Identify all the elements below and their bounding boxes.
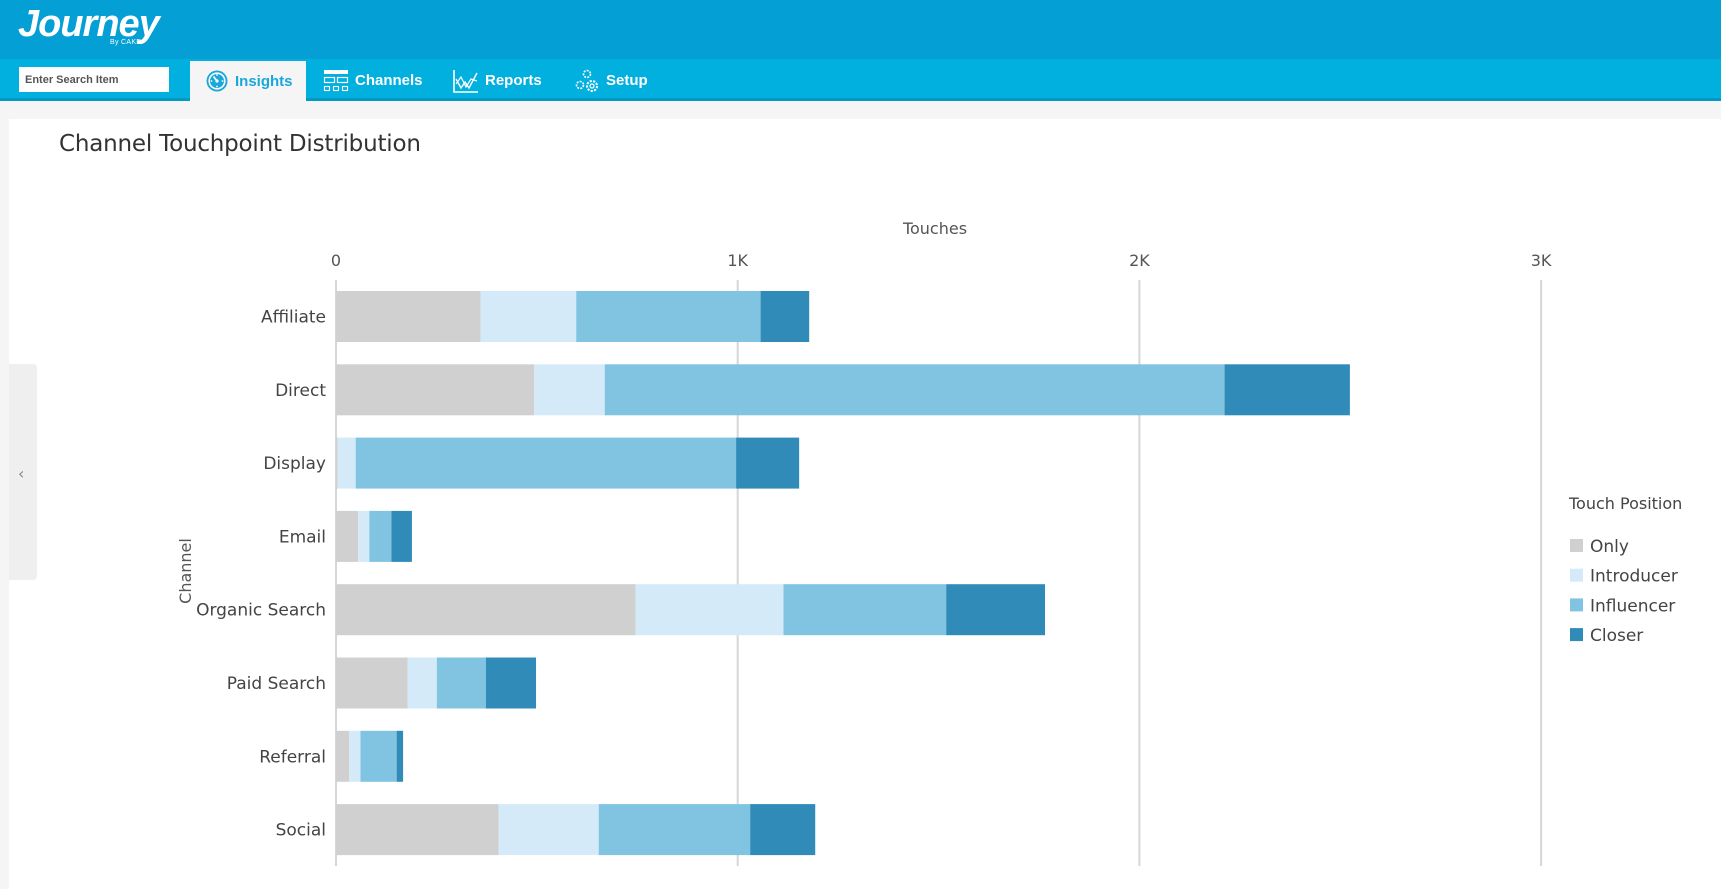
logo-byline: By CAKE — [110, 39, 142, 46]
search-input[interactable] — [19, 67, 169, 92]
dashboard-gauge-icon — [206, 70, 228, 92]
layout-grid-icon — [323, 69, 349, 91]
tab-setup-label: Setup — [606, 72, 648, 89]
tab-insights[interactable]: Insights — [190, 61, 306, 101]
tab-reports[interactable]: Reports — [453, 61, 542, 100]
tab-channels[interactable]: Channels — [323, 61, 423, 100]
journey-logo[interactable]: Journey — [18, 4, 160, 44]
tab-setup[interactable]: Setup — [574, 61, 648, 100]
tab-insights-label: Insights — [235, 72, 293, 90]
page-title: Channel Touchpoint Distribution — [59, 131, 421, 157]
chevron-left-icon: ‹ — [18, 464, 25, 483]
side-panel-toggle[interactable]: ‹ — [9, 364, 37, 580]
top-header-bar: Journey By CAKE — [0, 0, 1721, 59]
tab-channels-label: Channels — [355, 72, 423, 89]
tab-reports-label: Reports — [485, 72, 542, 89]
chart-card: Channel Touchpoint Distribution — [9, 119, 1721, 889]
main-nav: Insights Channels Reports Setup — [0, 59, 1721, 101]
line-chart-icon — [453, 69, 478, 93]
gears-icon — [575, 69, 598, 92]
